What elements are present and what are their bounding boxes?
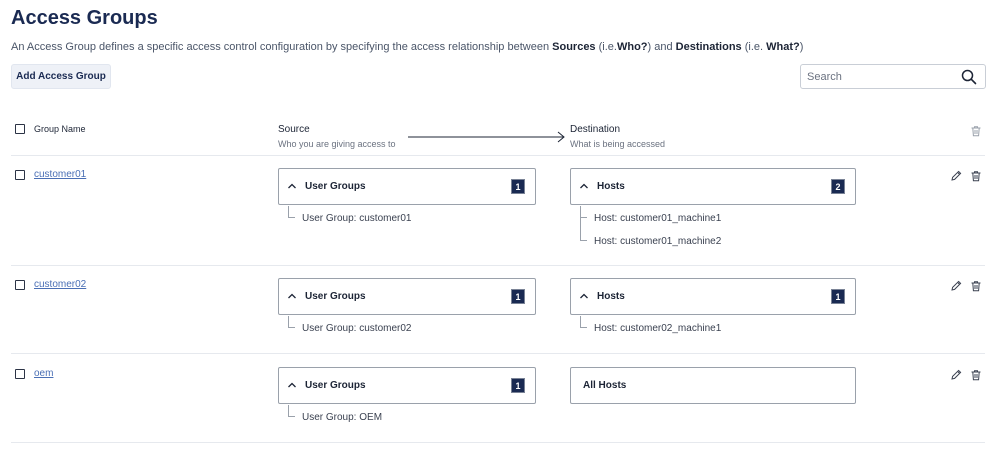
tree-connector bbox=[580, 206, 587, 218]
trash-icon[interactable] bbox=[970, 280, 982, 292]
column-header-source-subtitle: Who you are giving access to bbox=[278, 139, 396, 149]
column-header-destination: Destination bbox=[570, 124, 621, 135]
column-header-group-name: Group Name bbox=[34, 124, 86, 134]
row-divider bbox=[11, 353, 985, 354]
trash-icon[interactable] bbox=[970, 369, 982, 381]
destination-item: Host: customer02_machine1 bbox=[594, 323, 722, 334]
tree-connector bbox=[580, 229, 587, 241]
destination-panel[interactable]: Hosts 1 bbox=[570, 278, 856, 315]
arrow-right-icon bbox=[408, 131, 565, 143]
search-box bbox=[800, 64, 986, 89]
trash-icon[interactable] bbox=[970, 170, 982, 182]
pencil-icon[interactable] bbox=[950, 280, 962, 292]
row-checkbox[interactable] bbox=[15, 170, 25, 180]
source-panel[interactable]: User Groups 1 bbox=[278, 168, 536, 205]
desc-text: ) bbox=[799, 41, 804, 53]
destination-panel: All Hosts bbox=[570, 367, 856, 404]
source-panel-title: User Groups bbox=[305, 181, 366, 192]
column-header-destination-subtitle: What is being accessed bbox=[570, 139, 666, 149]
destination-panel[interactable]: Hosts 2 bbox=[570, 168, 856, 205]
source-panel-title: User Groups bbox=[305, 380, 366, 391]
desc-text: ) and bbox=[647, 41, 676, 53]
desc-bold-what: What? bbox=[766, 41, 800, 53]
tree-connector bbox=[288, 206, 295, 218]
chevron-up-icon bbox=[580, 183, 588, 189]
chevron-up-icon bbox=[580, 293, 588, 299]
count-badge: 2 bbox=[831, 179, 845, 194]
tree-connector bbox=[580, 316, 587, 328]
trash-icon[interactable] bbox=[970, 125, 982, 137]
desc-bold-who: Who? bbox=[616, 41, 648, 53]
group-name-link[interactable]: customer01 bbox=[34, 169, 86, 180]
count-badge: 1 bbox=[511, 179, 525, 194]
tree-connector bbox=[288, 316, 295, 328]
desc-bold-sources: Sources bbox=[552, 41, 596, 53]
pencil-icon[interactable] bbox=[950, 170, 962, 182]
row-checkbox[interactable] bbox=[15, 369, 25, 379]
source-item: User Group: customer01 bbox=[302, 213, 412, 224]
column-header-source: Source bbox=[278, 124, 310, 135]
source-panel-title: User Groups bbox=[305, 291, 366, 302]
row-divider bbox=[11, 155, 985, 156]
search-icon[interactable] bbox=[961, 69, 977, 85]
destination-panel-title: All Hosts bbox=[583, 380, 627, 391]
source-item: User Group: customer02 bbox=[302, 323, 412, 334]
page-description: An Access Group defines a specific acces… bbox=[11, 41, 803, 53]
pencil-icon[interactable] bbox=[950, 369, 962, 381]
source-item: User Group: OEM bbox=[302, 412, 383, 423]
desc-text: (i.e. bbox=[741, 41, 767, 53]
chevron-up-icon bbox=[288, 183, 296, 189]
select-all-checkbox[interactable] bbox=[15, 124, 25, 134]
row-checkbox[interactable] bbox=[15, 280, 25, 290]
row-divider bbox=[11, 265, 985, 266]
group-name-link[interactable]: oem bbox=[34, 368, 53, 379]
destination-panel-title: Hosts bbox=[597, 291, 625, 302]
group-name-link[interactable]: customer02 bbox=[34, 279, 86, 290]
tree-connector bbox=[288, 405, 295, 417]
add-access-group-button[interactable]: Add Access Group bbox=[11, 64, 111, 89]
chevron-up-icon bbox=[288, 293, 296, 299]
destination-item: Host: customer01_machine1 bbox=[594, 213, 722, 224]
source-panel[interactable]: User Groups 1 bbox=[278, 278, 536, 315]
source-panel[interactable]: User Groups 1 bbox=[278, 367, 536, 404]
destination-item: Host: customer01_machine2 bbox=[594, 236, 722, 247]
count-badge: 1 bbox=[511, 378, 525, 393]
desc-bold-destinations: Destinations bbox=[675, 41, 742, 53]
search-input[interactable] bbox=[807, 68, 957, 85]
chevron-up-icon bbox=[288, 382, 296, 388]
page-title: Access Groups bbox=[11, 7, 158, 29]
row-divider bbox=[11, 442, 985, 443]
desc-text: (i.e. bbox=[595, 41, 617, 53]
count-badge: 1 bbox=[831, 289, 845, 304]
count-badge: 1 bbox=[511, 289, 525, 304]
desc-text: An Access Group defines a specific acces… bbox=[11, 41, 553, 53]
destination-panel-title: Hosts bbox=[597, 181, 625, 192]
